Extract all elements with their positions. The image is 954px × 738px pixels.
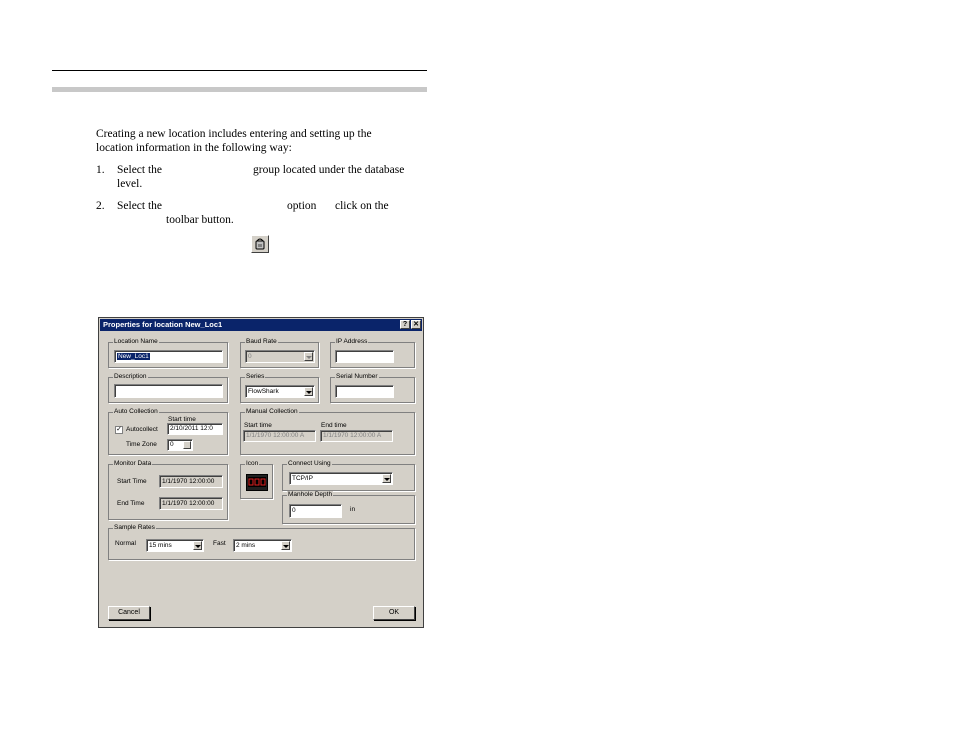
- manual-start-time-input[interactable]: 1/1/1970 12:00:00 A: [243, 430, 316, 442]
- description-input[interactable]: [114, 384, 223, 398]
- auto-start-time-input[interactable]: 2/10/2011 12:0: [167, 423, 223, 435]
- step-2-text-a: Select the: [117, 200, 163, 212]
- connect-using-value: TCP/IP: [292, 475, 313, 482]
- monitor-data-label: Monitor Data: [113, 460, 153, 467]
- sample-rates-group: Sample Rates Normal 15 mins Fast 2 mins: [108, 524, 415, 560]
- baud-rate-value: 0: [248, 353, 252, 360]
- auto-start-time-label: Start time: [168, 416, 196, 423]
- step-1-text-a: Select the: [117, 164, 163, 176]
- location-properties-dialog: Properties for location New_Loc1 ? ✕ Loc…: [98, 317, 424, 628]
- description-group: Description: [108, 373, 228, 403]
- series-value: FlowShark: [248, 388, 279, 395]
- serial-number-group: Serial Number: [330, 373, 415, 403]
- series-group: Series FlowShark: [240, 373, 319, 403]
- location-name-value: New_Loc1: [117, 353, 150, 360]
- icon-label: Icon: [245, 460, 260, 467]
- normal-rate-value: 15 mins: [149, 542, 172, 549]
- intro-line-1: Creating a new location includes enterin…: [96, 128, 372, 140]
- manual-start-time-label: Start time: [244, 422, 272, 429]
- monitor-end-time-input[interactable]: 1/1/1970 12:00:00: [159, 497, 223, 510]
- step-1-text-c: level.: [117, 178, 143, 190]
- manual-end-time-input[interactable]: 1/1/1970 12:00:00 A: [320, 430, 393, 442]
- step-2-text-c: click on the: [335, 200, 389, 212]
- series-select[interactable]: FlowShark: [245, 385, 315, 398]
- manhole-depth-input[interactable]: 0: [289, 504, 342, 518]
- sample-rates-label: Sample Rates: [113, 524, 156, 531]
- chevron-down-icon: [193, 541, 202, 550]
- chevron-down-icon: [382, 474, 391, 483]
- location-name-input[interactable]: New_Loc1: [114, 350, 223, 363]
- step-1-number: 1.: [96, 164, 105, 176]
- connect-using-select[interactable]: TCP/IP: [289, 472, 393, 485]
- description-label: Description: [113, 373, 148, 380]
- location-device-icon[interactable]: [246, 474, 268, 491]
- normal-rate-select[interactable]: 15 mins: [146, 539, 204, 552]
- time-zone-value: 0: [170, 441, 174, 448]
- step-2-text-b: option: [287, 200, 317, 212]
- section-bar: [52, 87, 427, 92]
- spin-buttons-icon[interactable]: [183, 441, 191, 449]
- ip-address-label: IP Address: [335, 338, 369, 345]
- header-rule: [52, 70, 427, 71]
- serial-number-input[interactable]: [335, 385, 394, 398]
- baud-rate-group: Baud Rate 0: [240, 338, 319, 368]
- fast-rate-value: 2 mins: [236, 542, 256, 549]
- ip-address-group: IP Address: [330, 338, 415, 368]
- serial-number-label: Serial Number: [335, 373, 379, 380]
- manhole-depth-unit: in: [350, 506, 356, 513]
- step-2-text-d: toolbar button.: [166, 214, 234, 226]
- close-button[interactable]: ✕: [411, 320, 421, 329]
- monitor-start-time-label: Start Time: [117, 478, 147, 485]
- manual-collection-group: Manual Collection Start time End time 1/…: [240, 408, 415, 455]
- manual-collection-label: Manual Collection: [245, 408, 299, 415]
- ip-address-input[interactable]: [335, 350, 394, 363]
- help-button[interactable]: ?: [400, 320, 410, 329]
- manhole-depth-group: Manhole Depth 0 in: [282, 491, 415, 524]
- chevron-down-icon: [304, 352, 313, 361]
- baud-rate-label: Baud Rate: [245, 338, 278, 345]
- icon-group: Icon: [240, 460, 273, 499]
- time-zone-label: Time Zone: [126, 441, 157, 448]
- connect-using-label: Connect Using: [287, 460, 332, 467]
- chevron-down-icon: [304, 387, 313, 396]
- location-name-group: Location Name New_Loc1: [108, 338, 228, 368]
- monitor-end-time-label: End Time: [117, 500, 145, 507]
- new-location-toolbar-icon: [251, 235, 269, 253]
- manhole-depth-label: Manhole Depth: [287, 491, 334, 498]
- normal-rate-label: Normal: [115, 540, 136, 547]
- chevron-down-icon: [281, 541, 290, 550]
- series-label: Series: [245, 373, 266, 380]
- connect-using-group: Connect Using TCP/IP: [282, 460, 415, 491]
- fast-rate-label: Fast: [213, 540, 226, 547]
- cancel-button[interactable]: Cancel: [108, 606, 150, 620]
- baud-rate-select[interactable]: 0: [245, 350, 315, 363]
- step-2-number: 2.: [96, 200, 105, 212]
- autocollect-label: Autocollect: [126, 426, 158, 433]
- monitor-data-group: Monitor Data Start Time 1/1/1970 12:00:0…: [108, 460, 228, 520]
- dialog-title-bar: Properties for location New_Loc1 ? ✕: [100, 319, 422, 331]
- manual-end-time-label: End time: [321, 422, 347, 429]
- fast-rate-select[interactable]: 2 mins: [233, 539, 292, 552]
- auto-collection-group: Auto Collection Start time ✓ Autocollect…: [108, 408, 228, 455]
- autocollect-checkbox[interactable]: ✓: [115, 426, 123, 434]
- monitor-start-time-input[interactable]: 1/1/1970 12:00:00: [159, 475, 223, 488]
- time-zone-stepper[interactable]: 0: [167, 439, 193, 451]
- auto-collection-label: Auto Collection: [113, 408, 159, 415]
- intro-line-2: location information in the following wa…: [96, 142, 292, 154]
- location-name-label: Location Name: [113, 338, 159, 345]
- step-1-text-b: group located under the database: [253, 164, 405, 176]
- dialog-title: Properties for location New_Loc1: [103, 320, 223, 329]
- ok-button[interactable]: OK: [373, 606, 415, 620]
